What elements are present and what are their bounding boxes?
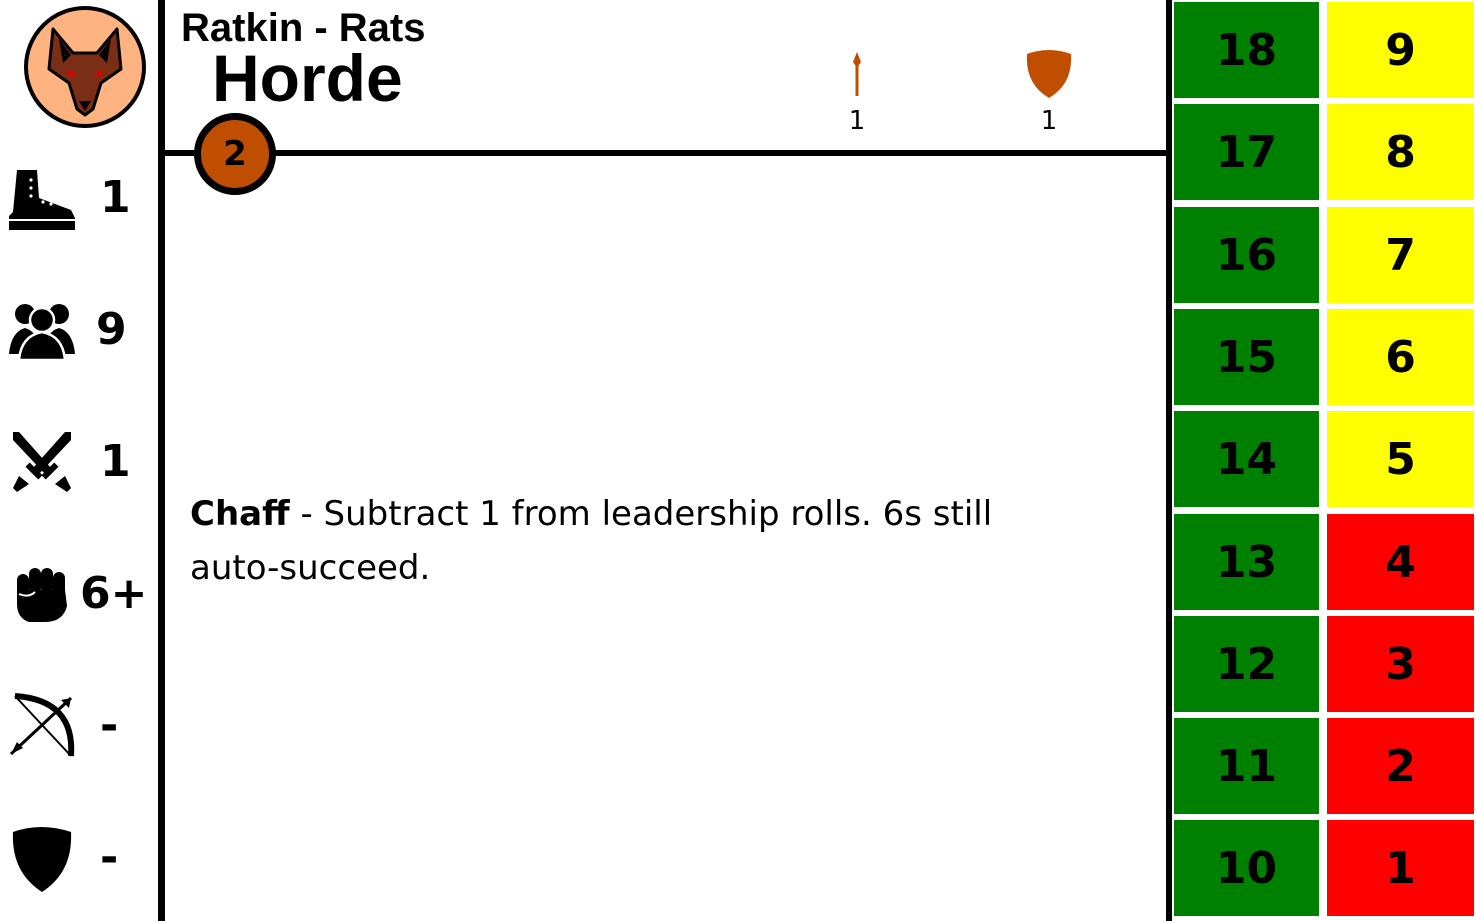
models-value: 9 — [96, 304, 127, 355]
health-cell[interactable]: 1 — [1327, 820, 1474, 916]
crossed-swords-icon — [13, 432, 71, 492]
health-cell[interactable]: 4 — [1327, 514, 1474, 610]
header-divider — [165, 150, 1166, 156]
health-cell[interactable]: 2 — [1327, 718, 1474, 814]
boot-icon — [9, 170, 75, 230]
morale-value: 6+ — [80, 568, 148, 619]
health-cell[interactable]: 9 — [1327, 2, 1474, 98]
weapon-spear: 1 — [827, 48, 887, 138]
health-cell[interactable]: 3 — [1327, 616, 1474, 712]
health-cell[interactable]: 12 — [1174, 616, 1319, 712]
health-cell[interactable]: 18 — [1174, 2, 1319, 98]
shield-icon — [12, 827, 72, 892]
health-track: 18 17 16 15 14 13 12 11 10 9 8 7 6 5 4 3 2 1 — [1172, 0, 1476, 921]
spear-count: 1 — [848, 106, 866, 136]
health-cell[interactable]: 8 — [1327, 104, 1474, 200]
ability-description: - Subtract 1 from leadership rolls. 6s s… — [190, 494, 993, 588]
melee-value: 1 — [100, 436, 131, 487]
health-cell[interactable]: 6 — [1327, 309, 1474, 405]
stat-row-armor: - — [0, 818, 158, 898]
ranged-value: - — [100, 700, 119, 751]
health-cell[interactable]: 14 — [1174, 411, 1319, 507]
weapon-shield: 1 — [1019, 48, 1079, 138]
ability-name: Chaff — [190, 494, 290, 534]
bow-icon — [9, 693, 75, 757]
health-cell[interactable]: 7 — [1327, 207, 1474, 303]
health-cell[interactable]: 5 — [1327, 411, 1474, 507]
left-divider — [158, 0, 165, 921]
fist-icon — [17, 568, 67, 622]
stat-row-ranged: - — [0, 686, 158, 766]
stat-row-morale: 6+ — [0, 554, 158, 634]
health-cell[interactable]: 10 — [1174, 820, 1319, 916]
unit-type-title: Horde — [212, 41, 403, 115]
rat-head-icon — [24, 6, 146, 128]
health-cell[interactable]: 11 — [1174, 718, 1319, 814]
stat-row-melee: 1 — [0, 422, 158, 502]
stat-row-movement: 1 — [0, 158, 158, 238]
health-cell[interactable]: 17 — [1174, 104, 1319, 200]
shield-icon — [1026, 50, 1072, 98]
shield-count: 1 — [1040, 106, 1058, 136]
health-cell[interactable]: 13 — [1174, 514, 1319, 610]
tier-value: 2 — [223, 134, 247, 174]
tier-badge: 2 — [194, 113, 276, 195]
health-cell[interactable]: 16 — [1174, 207, 1319, 303]
spear-icon — [853, 52, 861, 96]
health-cell[interactable]: 15 — [1174, 309, 1319, 405]
movement-value: 1 — [100, 172, 131, 223]
armor-value: - — [100, 832, 119, 883]
stat-column: 1 9 1 6+ - - — [0, 0, 158, 921]
ability-text: Chaff - Subtract 1 from leadership rolls… — [190, 487, 1090, 595]
group-icon — [9, 304, 75, 362]
stat-row-models: 9 — [0, 290, 158, 370]
